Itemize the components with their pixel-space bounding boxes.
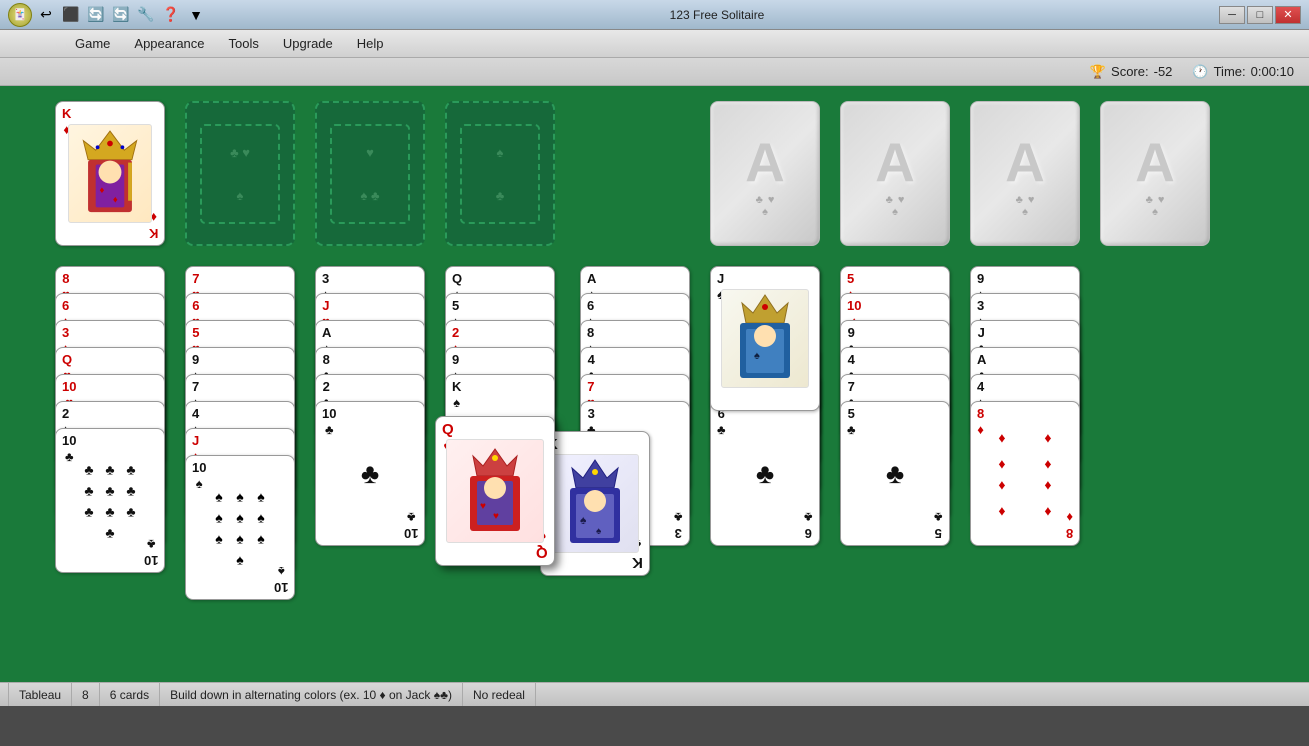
jack-illustration: ♠ <box>726 291 804 386</box>
king-illustration: ♦ ♦ <box>69 124 151 223</box>
queen-illustration: ♥ ♥ <box>455 444 535 539</box>
col6-jack-face[interactable]: J♠ ♠ <box>710 266 820 411</box>
col2-card-10s[interactable]: 10♠ 10♠ ♠♠♠ ♠♠♠ ♠♠♠ ♠ <box>185 455 295 600</box>
score-icon: 🏆 <box>1090 64 1106 80</box>
menubar: Game Appearance Tools Upgrade Help <box>0 30 1309 58</box>
score-display: 🏆 Score: -52 <box>1090 64 1173 80</box>
col4-queen-hearts[interactable]: Q♥ Q♥ ♥ ♥ <box>435 416 555 566</box>
foundation-4[interactable]: A ♣♥ ♠ <box>1100 101 1210 246</box>
menu-help[interactable]: Help <box>347 33 394 54</box>
time-label: Time: <box>1214 64 1246 79</box>
menu-appearance[interactable]: Appearance <box>124 33 214 54</box>
toolbar-icon-3[interactable]: 🔄 <box>85 4 107 26</box>
svg-text:♦: ♦ <box>100 185 105 196</box>
stock-placeholder-2[interactable]: ♣ ♥ ♠ <box>185 101 295 246</box>
toolbar-icon-7[interactable]: ▼ <box>185 4 207 26</box>
svg-text:♦: ♦ <box>113 194 118 205</box>
svg-text:♠: ♠ <box>596 526 602 537</box>
svg-text:♠: ♠ <box>754 350 760 362</box>
status-redeal-text: No redeal <box>473 688 525 702</box>
status-rule-text: Build down in alternating colors (ex. 10… <box>170 688 452 702</box>
toolbar-icon-5[interactable]: 🔧 <box>135 4 157 26</box>
score-value: -52 <box>1154 64 1173 79</box>
window-title: 123 Free Solitaire <box>215 8 1219 22</box>
col4-king-spades-face[interactable]: K♠ K♠ ♠ ♠ <box>540 431 650 576</box>
status-redeal: No redeal <box>463 683 536 706</box>
status-cards: 6 cards <box>100 683 160 706</box>
status-columns: 8 <box>72 683 100 706</box>
toolbar-icon-4[interactable]: 🔄 <box>110 4 132 26</box>
foundation-3[interactable]: A ♣♥ ♠ <box>970 101 1080 246</box>
foundation-2[interactable]: A ♣♥ ♠ <box>840 101 950 246</box>
game-area[interactable]: ♣ ♥ ♠ ♣ ♣ ♥ ♠ ♥ ♠ ♣ ♠ ♣ K♦ K♦ <box>0 86 1309 682</box>
statusbar: Tableau 8 6 cards Build down in alternat… <box>0 682 1309 706</box>
toolbar-icon-1[interactable]: ↩ <box>35 4 57 26</box>
status-columns-text: 8 <box>82 688 89 702</box>
minimize-button[interactable]: ─ <box>1219 6 1245 24</box>
col6-card-6c[interactable]: 6♣ 6♣ ♣ <box>710 401 820 546</box>
time-value: 0:00:10 <box>1251 64 1294 79</box>
svg-text:♥: ♥ <box>480 501 486 512</box>
king-spades-illustration: ♠ ♠ <box>556 456 634 551</box>
menu-game[interactable]: Game <box>65 33 120 54</box>
clock-icon: 🕐 <box>1192 64 1208 80</box>
scorebar: 🏆 Score: -52 🕐 Time: 0:00:10 <box>0 58 1309 86</box>
status-rule: Build down in alternating colors (ex. 10… <box>160 683 463 706</box>
menu-upgrade[interactable]: Upgrade <box>273 33 343 54</box>
foundation-1[interactable]: A ♣♥ ♠ <box>710 101 820 246</box>
svg-text:♠: ♠ <box>580 513 587 527</box>
time-display: 🕐 Time: 0:00:10 <box>1192 64 1294 80</box>
col8-card-8d[interactable]: 8♦ 8♦ ♦♦ ♦♦ ♦♦ ♦♦ <box>970 401 1080 546</box>
toolbar-icon-6[interactable]: ❓ <box>160 4 182 26</box>
stock-placeholder-3[interactable]: ♥ ♠ ♣ <box>315 101 425 246</box>
toolbar-icon-2[interactable]: ⬛ <box>60 4 82 26</box>
titlebar-toolbar: 🃏 ↩ ⬛ 🔄 🔄 🔧 ❓ ▼ <box>8 3 207 27</box>
titlebar: 🃏 ↩ ⬛ 🔄 🔄 🔧 ❓ ▼ 123 Free Solitaire ─ □ ✕ <box>0 0 1309 30</box>
score-label: Score: <box>1111 64 1149 79</box>
app-icon: 🃏 <box>8 3 32 27</box>
status-type-text: Tableau <box>19 688 61 702</box>
col3-card-10c-bottom[interactable]: 10♣ 10♣ ♣ <box>315 401 425 546</box>
close-button[interactable]: ✕ <box>1275 6 1301 24</box>
status-cards-text: 6 cards <box>110 688 149 702</box>
menu-tools[interactable]: Tools <box>219 33 269 54</box>
col1-card-10c[interactable]: 10♣ 10♣ ♣♣♣ ♣♣♣ ♣♣♣ ♣ <box>55 428 165 573</box>
svg-text:♥: ♥ <box>493 511 499 522</box>
window-controls: ─ □ ✕ <box>1219 6 1301 24</box>
king-diamonds-card[interactable]: K♦ K♦ ♦ ♦ <box>55 101 165 246</box>
status-type: Tableau <box>8 683 72 706</box>
maximize-button[interactable]: □ <box>1247 6 1273 24</box>
stock-placeholder-4[interactable]: ♠ ♣ <box>445 101 555 246</box>
col7-card-5c[interactable]: 5♣ 5♣ ♣ <box>840 401 950 546</box>
